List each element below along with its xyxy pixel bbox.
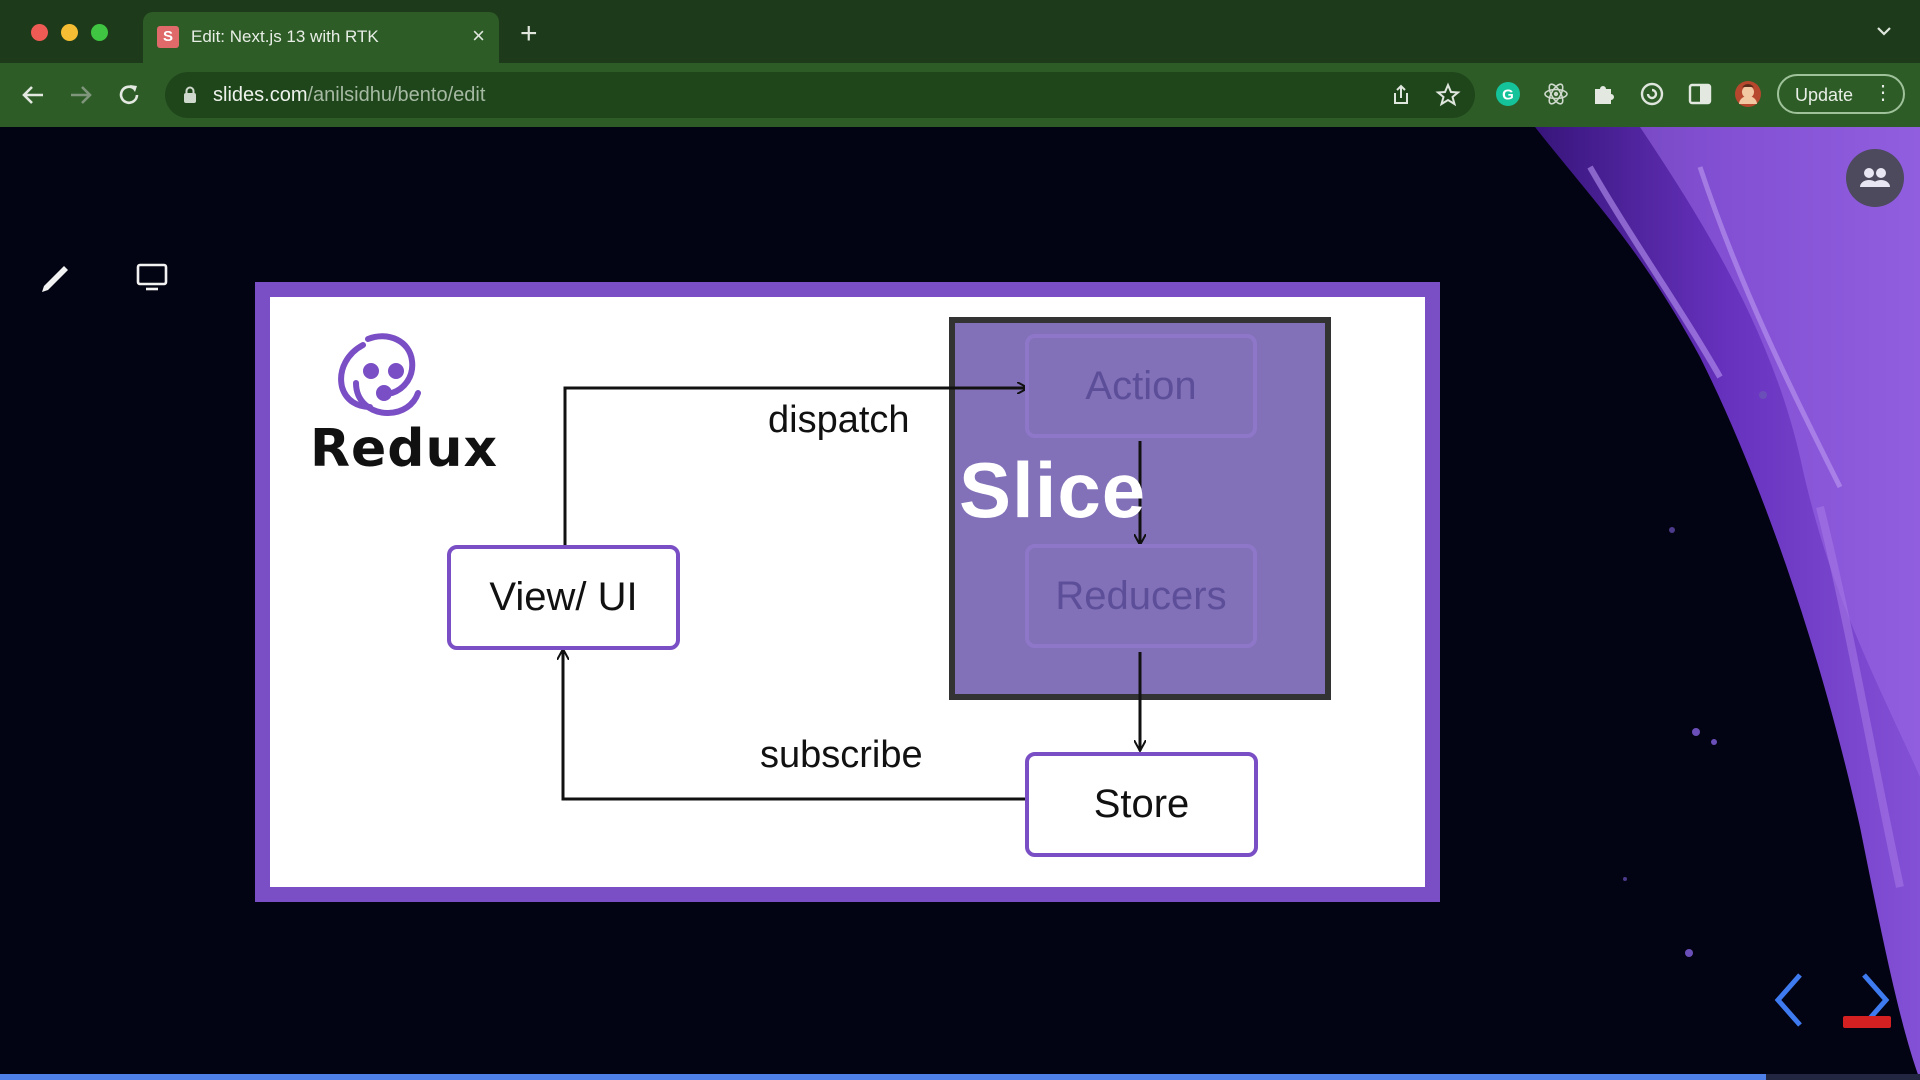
subscribe-label: subscribe: [760, 734, 923, 776]
collaborators-button[interactable]: [1846, 149, 1904, 207]
action-node: Action: [1025, 334, 1257, 438]
update-label: Update: [1795, 85, 1854, 105]
previous-slide-arrow-icon[interactable]: [1768, 967, 1812, 1033]
browser-tab-active[interactable]: S Edit: Next.js 13 with RTK ×: [143, 12, 499, 63]
present-screen-icon[interactable]: [130, 254, 174, 298]
reload-icon[interactable]: [113, 79, 145, 111]
lock-icon[interactable]: [183, 86, 197, 104]
presentation-progress-fill: [0, 1074, 1767, 1080]
view-ui-node: View/ UI: [447, 545, 680, 650]
share-icon[interactable]: [1388, 82, 1414, 108]
grammarly-extension-icon[interactable]: G: [1493, 79, 1523, 109]
url-text[interactable]: slides.com/anilsidhu/bento/edit: [213, 84, 485, 107]
editor-stage: Redux Action Reducers View/ UI Store dis…: [0, 127, 1920, 1080]
update-button[interactable]: Update ⋮: [1777, 74, 1905, 114]
back-arrow-icon[interactable]: [17, 79, 49, 111]
extensions-puzzle-icon[interactable]: [1589, 79, 1619, 109]
react-devtools-icon[interactable]: [1541, 79, 1571, 109]
close-window-button[interactable]: [31, 24, 48, 41]
browser-titlebar: S Edit: Next.js 13 with RTK × +: [0, 0, 1920, 63]
slide-canvas[interactable]: Redux Action Reducers View/ UI Store dis…: [255, 282, 1440, 902]
maximize-window-button[interactable]: [91, 24, 108, 41]
slice-label: Slice: [959, 446, 1147, 534]
side-panel-icon[interactable]: [1685, 79, 1715, 109]
sync-extension-icon[interactable]: [1637, 79, 1667, 109]
slide-content: Redux Action Reducers View/ UI Store dis…: [270, 297, 1425, 887]
new-tab-plus-icon[interactable]: +: [520, 19, 538, 49]
forward-arrow-icon[interactable]: [65, 79, 97, 111]
reducers-node: Reducers: [1025, 544, 1257, 648]
bookmark-star-icon[interactable]: [1435, 82, 1461, 108]
svg-text:G: G: [1502, 87, 1514, 104]
subscribe-badge-icon: [1843, 1016, 1891, 1028]
tab-close-icon[interactable]: ×: [472, 24, 485, 48]
store-node: Store: [1025, 752, 1258, 857]
dispatch-label: dispatch: [768, 399, 910, 441]
pencil-edit-icon[interactable]: [34, 254, 78, 298]
tab-title: Edit: Next.js 13 with RTK: [191, 27, 379, 46]
browser-toolbar: slides.com/anilsidhu/bento/edit G Update…: [0, 63, 1920, 127]
redux-logo-text: Redux: [310, 419, 499, 479]
address-bar[interactable]: slides.com/anilsidhu/bento/edit: [165, 72, 1475, 118]
tab-search-chevron-icon[interactable]: [1876, 24, 1892, 38]
minimize-window-button[interactable]: [61, 24, 78, 41]
slides-favicon-icon: S: [157, 26, 179, 48]
menu-kebab-icon[interactable]: ⋮: [1873, 82, 1893, 104]
presentation-progress-track: [0, 1074, 1920, 1080]
profile-avatar-icon[interactable]: [1733, 79, 1763, 109]
redux-logo-icon: [338, 333, 421, 417]
users-group-icon: [1860, 168, 1890, 187]
